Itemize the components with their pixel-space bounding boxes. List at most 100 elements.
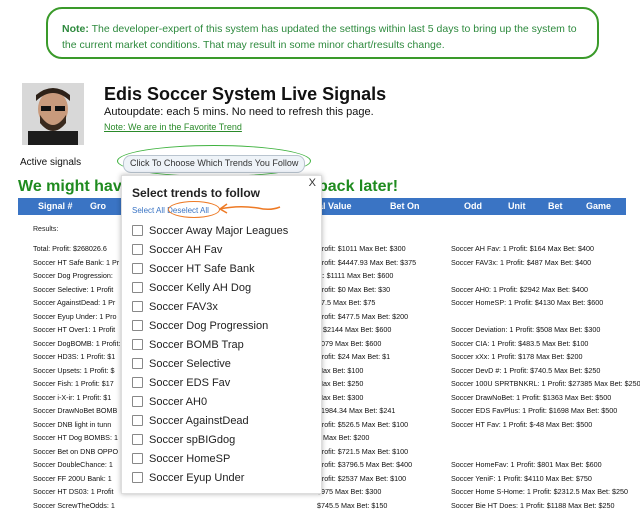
trend-checkbox[interactable]: [132, 225, 143, 236]
trend-checkbox[interactable]: [132, 453, 143, 464]
result-cell: Soccer HT Over1: 1 Profit: [33, 323, 115, 337]
headline-left: We might have: [18, 178, 131, 196]
trend-option[interactable]: Soccer AH0: [132, 392, 317, 411]
trend-label: Soccer EDS Fav: [149, 377, 230, 389]
trend-option[interactable]: Soccer Away Major Leagues: [132, 221, 317, 240]
trend-label: Soccer HomeSP: [149, 453, 230, 465]
result-cell: Soccer HomeSP: 1 Profit: $4130 Max Bet: …: [451, 296, 603, 310]
result-cell: Soccer FF 200U Bank: 1: [33, 472, 112, 486]
result-cell: Profit: $721.5 Max Bet: $100: [317, 445, 408, 459]
trend-checkbox-list: Soccer Away Major Leagues Soccer AH Fav So…: [132, 221, 317, 487]
trend-checkbox[interactable]: [132, 434, 143, 445]
result-cell: Soccer Selective: 1 Profit: [33, 283, 113, 297]
result-cell: $975 Max Bet: $300: [317, 485, 381, 499]
favorite-trend-link[interactable]: Note: We are in the Favorite Trend: [104, 122, 242, 132]
trend-label: Soccer Away Major Leagues: [149, 225, 288, 237]
result-cell: Soccer Bie HT Does: 1 Profit: $1188 Max …: [451, 499, 615, 512]
result-cell: Soccer Home S-Home: 1 Profit: $2312.5 Ma…: [451, 485, 628, 499]
trend-checkbox[interactable]: [132, 301, 143, 312]
result-cell: Soccer CIA: 1 Profit: $483.5 Max Bet: $1…: [451, 337, 588, 351]
trend-label: Soccer HT Safe Bank: [149, 263, 255, 275]
result-cell: Profit: $0 Max Bet: $30: [317, 283, 390, 297]
result-cell: 0 Max Bet: $200: [317, 431, 369, 445]
trend-checkbox[interactable]: [132, 472, 143, 483]
result-cell: Soccer DrawNoBet: 1 Profit: $1363 Max Be…: [451, 391, 611, 405]
trend-option[interactable]: Soccer AgainstDead: [132, 411, 317, 430]
trend-option[interactable]: Soccer FAV3x: [132, 297, 317, 316]
table-row: Soccer ScrewTheOdds: 1$745.5 Max Bet: $1…: [33, 499, 633, 512]
result-cell: Max Bet: $100: [317, 364, 363, 378]
trend-label: Soccer Dog Progression: [149, 320, 268, 332]
col-group: Gro: [90, 201, 106, 211]
result-cell: Soccer FAV3x: 1 Profit: $487 Max Bet: $4…: [451, 256, 591, 270]
result-cell: Profit: $24 Max Bet: $1: [317, 350, 390, 364]
trend-option[interactable]: Soccer HomeSP: [132, 449, 317, 468]
headline-right: back later!: [318, 178, 398, 196]
result-cell: Soccer DrawNoBet BOMB: [33, 404, 117, 418]
result-cell: Soccer HomeFav: 1 Profit: $801 Max Bet: …: [451, 458, 602, 472]
result-cell: Soccer HD3S: 1 Profit: $1: [33, 350, 115, 364]
trend-checkbox[interactable]: [132, 263, 143, 274]
choose-trends-button[interactable]: Click To Choose Which Trends You Follow: [123, 155, 305, 173]
trend-option[interactable]: Soccer Kelly AH Dog: [132, 278, 317, 297]
col-bet: Bet: [548, 201, 563, 211]
trend-checkbox[interactable]: [132, 339, 143, 350]
trend-checkbox[interactable]: [132, 358, 143, 369]
result-cell: 87.5 Max Bet: $75: [317, 296, 375, 310]
result-cell: Profit: $526.5 Max Bet: $100: [317, 418, 408, 432]
modal-title: Select trends to follow: [132, 186, 260, 200]
result-cell: Soccer 100U SPRTBNKRL: 1 Profit: $27385 …: [451, 377, 640, 391]
trend-label: Soccer AgainstDead: [149, 415, 249, 427]
result-cell: Profit: $477.5 Max Bet: $200: [317, 310, 408, 324]
result-cell: Soccer Deviation: 1 Profit: $508 Max Bet…: [451, 323, 600, 337]
result-cell: Soccer Fish: 1 Profit: $17: [33, 377, 114, 391]
result-cell: Soccer YeniF: 1 Profit: $4110 Max Bet: $…: [451, 472, 592, 486]
avatar: [22, 83, 84, 145]
result-cell: Soccer xXx: 1 Profit: $178 Max Bet: $200: [451, 350, 582, 364]
trend-checkbox[interactable]: [132, 244, 143, 255]
signals-table-header: Signal # Gro al Value Bet On Odd Unit Be…: [18, 198, 626, 215]
trend-label: Soccer FAV3x: [149, 301, 218, 313]
annotation-circle: [168, 201, 220, 218]
trend-label: Soccer Selective: [149, 358, 231, 370]
developer-note: Note: The developer-expert of this syste…: [46, 7, 599, 59]
result-cell: Soccer DNB light in tunn: [33, 418, 111, 432]
result-cell: Soccer AH Fav: 1 Profit: $164 Max Bet: $…: [451, 242, 594, 256]
trend-option[interactable]: Soccer spBIGdog: [132, 430, 317, 449]
result-cell: Soccer Dog Progression:: [33, 269, 113, 283]
trend-checkbox[interactable]: [132, 320, 143, 331]
result-cell: $1984.34 Max Bet: $241: [317, 404, 395, 418]
trend-option[interactable]: Soccer Eyup Under: [132, 468, 317, 487]
active-signals-label: Active signals: [20, 157, 81, 168]
results-label: Results:: [33, 226, 58, 233]
trend-option[interactable]: Soccer Selective: [132, 354, 317, 373]
trend-option[interactable]: Soccer HT Safe Bank: [132, 259, 317, 278]
autoupdate-info: Autoupdate: each 5 mins. No need to refr…: [104, 106, 374, 118]
result-cell: Soccer HT DS03: 1 Profit: [33, 485, 114, 499]
result-cell: Soccer DoubleChance: 1: [33, 458, 113, 472]
result-cell: Soccer AgainstDead: 1 Pr: [33, 296, 115, 310]
trend-checkbox[interactable]: [132, 377, 143, 388]
trend-option[interactable]: Soccer AH Fav: [132, 240, 317, 259]
trend-option[interactable]: Soccer EDS Fav: [132, 373, 317, 392]
trend-checkbox[interactable]: [132, 415, 143, 426]
trend-label: Soccer BOMB Trap: [149, 339, 244, 351]
result-cell: fit: $1111 Max Bet: $600: [317, 269, 393, 283]
result-cell: Profit: $2537 Max Bet: $100: [317, 472, 406, 486]
result-cell: Profit: $4447.93 Max Bet: $375: [317, 256, 416, 270]
result-cell: Max Bet: $250: [317, 377, 363, 391]
trend-option[interactable]: Soccer BOMB Trap: [132, 335, 317, 354]
result-cell: Soccer HT Safe Bank: 1 Pr: [33, 256, 119, 270]
col-odd: Odd: [464, 201, 482, 211]
close-icon[interactable]: X: [309, 177, 316, 189]
col-unit: Unit: [508, 201, 526, 211]
col-value: al Value: [318, 201, 352, 211]
trend-option[interactable]: Soccer Dog Progression: [132, 316, 317, 335]
trend-checkbox[interactable]: [132, 396, 143, 407]
select-trends-modal: Select trends to follow X Select All Des…: [121, 175, 322, 494]
trend-checkbox[interactable]: [132, 282, 143, 293]
result-cell: Soccer DevD #: 1 Profit: $740.5 Max Bet:…: [451, 364, 600, 378]
select-all-link[interactable]: Select All: [132, 206, 165, 215]
result-cell: Soccer EDS FavPlus: 1 Profit: $1698 Max …: [451, 404, 617, 418]
col-signal: Signal #: [38, 201, 73, 211]
